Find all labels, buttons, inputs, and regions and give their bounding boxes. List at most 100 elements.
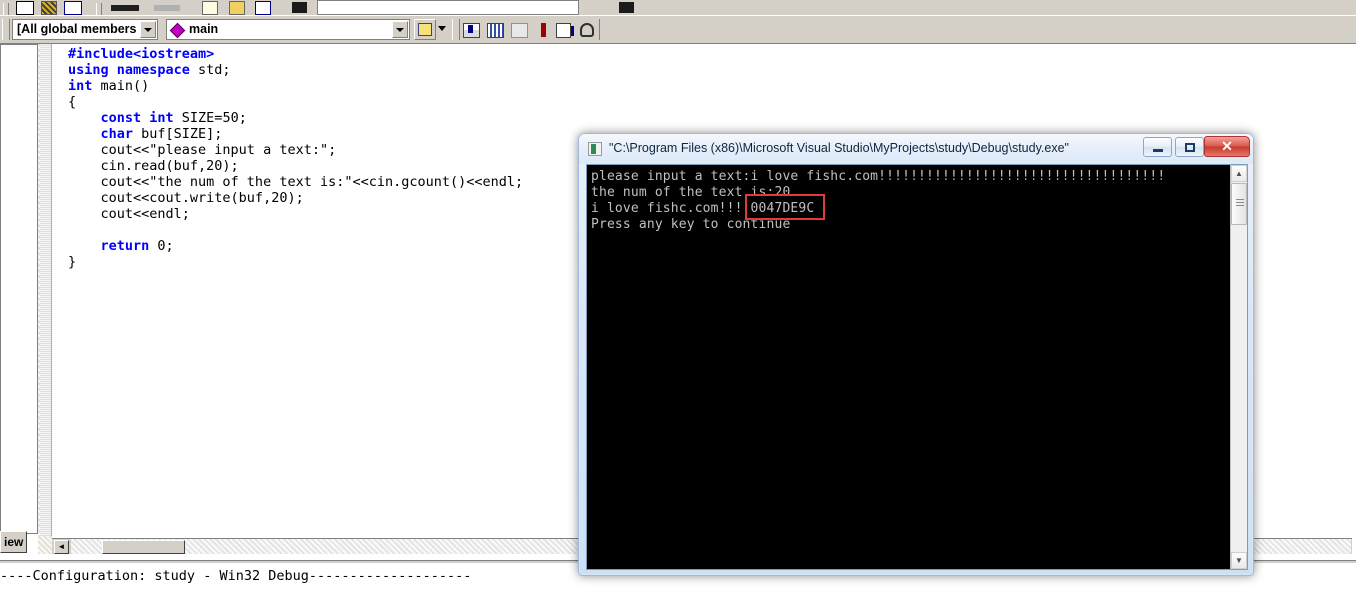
code-token: SIZE=50;	[173, 110, 247, 126]
code-token: char	[100, 126, 134, 142]
find-combo-partial[interactable]	[316, 0, 579, 15]
minimize-button[interactable]	[1143, 137, 1172, 157]
code-line: cout<<endl;	[68, 206, 523, 222]
member-combo[interactable]: main	[166, 19, 410, 40]
toolbar-divider	[599, 19, 600, 40]
console-scrollbar[interactable]: ▲ ▼	[1230, 165, 1247, 569]
code-token: using namespace	[68, 62, 190, 78]
code-token: 0;	[149, 238, 174, 254]
code-line: int main()	[68, 78, 523, 94]
stop-build-icon	[510, 23, 528, 38]
code-token: std;	[189, 62, 231, 78]
wizardbar-actions-button[interactable]	[414, 19, 436, 40]
stop-build-button[interactable]	[508, 20, 530, 40]
open-workspace-icon[interactable]	[40, 1, 57, 15]
source-code[interactable]: #include<iostream> using namespace std; in…	[68, 46, 523, 270]
code-line: const int SIZE=50;	[68, 110, 523, 126]
console-output-text: please input a text:i love fishc.com!!!!…	[591, 169, 1165, 233]
console-titlebar[interactable]: "C:\Program Files (x86)\Microsoft Visual…	[579, 134, 1253, 164]
code-line: char buf[SIZE];	[68, 126, 523, 142]
code-line: cout<<cout.write(buf,20);	[68, 190, 523, 206]
code-token: {	[68, 94, 77, 110]
minimize-icon	[1144, 138, 1171, 156]
editor-gutter	[40, 44, 52, 536]
find-in-files-icon[interactable]	[202, 1, 219, 15]
maximize-icon	[1176, 138, 1203, 156]
scope-combo-value: [All global members	[17, 22, 137, 36]
go-icon	[555, 23, 574, 38]
code-line: }	[68, 254, 523, 270]
build-button[interactable]	[484, 20, 506, 40]
code-line: using namespace std;	[68, 62, 523, 78]
code-token: buf[SIZE];	[133, 126, 223, 142]
go-debug-button[interactable]	[552, 20, 574, 40]
binoculars-icon-2[interactable]	[619, 2, 635, 13]
console-line: the num of the text is:20	[591, 185, 791, 200]
console-line: Press any key to continue	[591, 217, 791, 232]
code-token: cout<<cout.write(buf,20);	[68, 190, 304, 206]
hand-icon	[580, 23, 594, 37]
chevron-down-icon[interactable]	[140, 21, 156, 38]
workspace-tab-fileview[interactable]: iew	[0, 531, 28, 553]
code-token: cout<<"please input a text:";	[68, 142, 337, 158]
close-icon: ✕	[1221, 138, 1233, 154]
build-icon	[486, 23, 504, 38]
code-token: #include<iostream>	[68, 46, 215, 62]
code-token: return	[100, 238, 150, 254]
wizardbar-dropdown-arrow-icon[interactable]	[438, 26, 446, 31]
pause-hand-button[interactable]	[576, 20, 598, 40]
compile-button[interactable]	[460, 20, 482, 40]
code-line: cout<<"the num of the text is:"<<cin.gco…	[68, 174, 524, 190]
code-line: #include<iostream>	[68, 46, 523, 62]
scope-combo[interactable]: [All global members	[12, 19, 158, 40]
search-icon[interactable]	[228, 1, 245, 15]
wizard-icon	[418, 23, 432, 36]
code-token: cin.read(buf,20);	[68, 158, 239, 174]
console-scroll-thumb[interactable]	[1231, 183, 1247, 225]
toolbar-grip-2[interactable]	[95, 3, 102, 15]
console-window[interactable]: "C:\Program Files (x86)\Microsoft Visual…	[578, 133, 1254, 576]
binoculars-icon[interactable]	[291, 2, 307, 13]
code-token: cout<<"the num of the text is:"<<cin.gco…	[68, 174, 524, 190]
exclamation-icon	[540, 23, 546, 37]
code-token: }	[68, 254, 77, 270]
editor-hscroll-thumb[interactable]	[102, 540, 185, 554]
new-text-file-icon[interactable]	[16, 1, 35, 15]
code-token: const int	[100, 110, 174, 126]
code-token: int	[68, 78, 93, 94]
ide-toolbar-upper	[0, 0, 1356, 16]
code-token: main()	[92, 78, 150, 94]
toolbar-grip[interactable]	[3, 3, 9, 15]
scroll-up-arrow-icon[interactable]: ▲	[1231, 165, 1247, 182]
console-title: "C:\Program Files (x86)\Microsoft Visual…	[609, 141, 1069, 155]
scroll-down-arrow-icon[interactable]: ▼	[1231, 552, 1247, 569]
code-line: cin.read(buf,20);	[68, 158, 523, 174]
window-list-icon[interactable]	[255, 1, 272, 15]
execute-program-button[interactable]	[532, 20, 554, 40]
maximize-button[interactable]	[1175, 137, 1204, 157]
console-line: i love fishc.com!!!!0047DE9C	[591, 201, 815, 216]
toolbar-grip-3[interactable]	[2, 19, 10, 40]
workspace-panel[interactable]	[0, 44, 38, 534]
compile-icon	[462, 23, 480, 38]
redo-icon[interactable]	[153, 5, 180, 11]
console-line: please input a text:i love fishc.com!!!!…	[591, 169, 1166, 184]
console-output-area[interactable]: please input a text:i love fishc.com!!!!…	[586, 164, 1248, 570]
code-token: cout<<endl;	[68, 206, 190, 222]
app-window: [All global members main ▲ ✕	[0, 0, 1356, 615]
scroll-left-arrow-icon[interactable]: ◄	[54, 540, 69, 554]
code-line: {	[68, 94, 523, 110]
toolbar-grip-4[interactable]	[452, 19, 460, 40]
build-output-text: ----Configuration: study - Win32 Debug--…	[0, 568, 472, 584]
code-line: cout<<"please input a text:";	[68, 142, 523, 158]
code-line: return 0;	[68, 238, 523, 254]
save-all-icon[interactable]	[64, 1, 83, 15]
chevron-down-icon-2[interactable]	[392, 21, 408, 38]
console-app-icon	[588, 142, 602, 156]
undo-icon[interactable]	[111, 5, 140, 11]
close-button[interactable]: ✕	[1204, 136, 1250, 157]
